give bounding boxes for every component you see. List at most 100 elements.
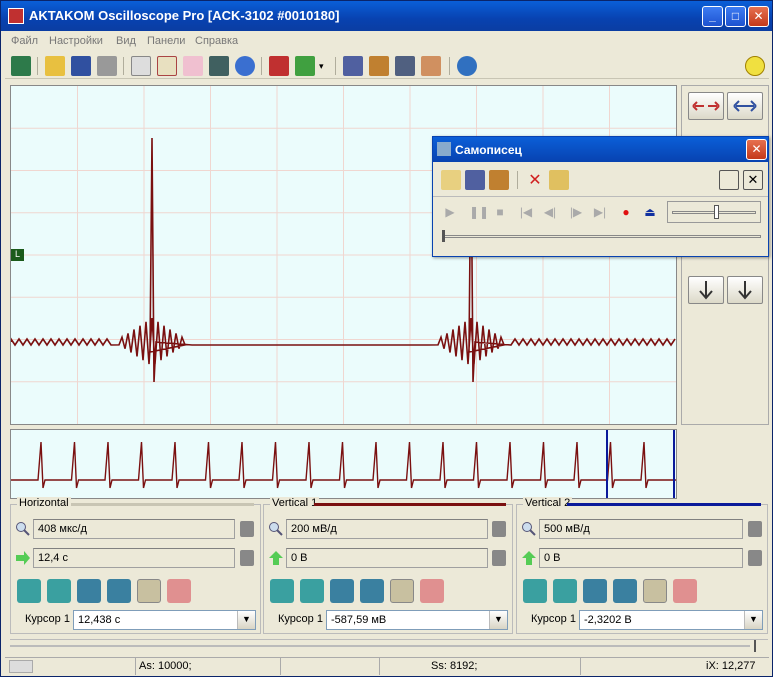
reset-scale-button[interactable]: [167, 579, 191, 603]
copy-icon[interactable]: [131, 56, 151, 76]
auto-scale-button[interactable]: [390, 579, 414, 603]
info-panel-icon[interactable]: [343, 56, 363, 76]
export-dropdown-arrow[interactable]: ▾: [319, 61, 324, 72]
recorder-window: Самописец ✕ ✕ ✕ ▶ ❚❚ ■ |◀ ◀| |▶ ▶| ● ⏏: [432, 136, 769, 257]
lock-icon[interactable]: [240, 550, 254, 566]
chevron-down-icon[interactable]: ▼: [237, 611, 255, 629]
lock-icon[interactable]: [748, 550, 762, 566]
shift-left-button[interactable]: [17, 579, 41, 603]
spectrum-icon[interactable]: [183, 56, 203, 76]
recorder-info-icon[interactable]: [465, 170, 485, 190]
menu-help[interactable]: Справка: [195, 35, 238, 47]
vertical1-group: Vertical 1 200 мВ/д 0 В Курсор 1 -587,59…: [263, 497, 513, 634]
recorder-close-panel-icon[interactable]: ✕: [743, 170, 763, 190]
recorder-cursor-icon[interactable]: [489, 170, 509, 190]
exit-icon[interactable]: [11, 56, 31, 76]
overview-screen[interactable]: [10, 429, 677, 499]
chevron-down-icon[interactable]: ▼: [744, 611, 762, 629]
export-icon[interactable]: [295, 56, 315, 76]
recorder-close-button[interactable]: ✕: [746, 139, 767, 160]
zoom-out-horizontal-button[interactable]: [727, 92, 763, 120]
scroll-down-ch2-button[interactable]: [727, 276, 763, 304]
eraser-icon[interactable]: [9, 660, 33, 673]
auto-scale-button[interactable]: [137, 579, 161, 603]
zoom-in-horizontal-button[interactable]: [688, 92, 724, 120]
lock-icon[interactable]: [492, 550, 506, 566]
horizontal-scale-field[interactable]: 408 мкс/д: [33, 519, 235, 539]
zoom-in-button[interactable]: [583, 579, 607, 603]
menu-file[interactable]: Файл: [11, 35, 38, 47]
zoom-out-button[interactable]: [360, 579, 384, 603]
menu-settings[interactable]: Настройки: [49, 35, 103, 47]
zoom-in-button[interactable]: [330, 579, 354, 603]
lock-icon[interactable]: [492, 521, 506, 537]
recorder-open-icon[interactable]: [441, 170, 461, 190]
chevron-down-icon[interactable]: ▼: [489, 611, 507, 629]
lock-icon[interactable]: [240, 521, 254, 537]
position-slider[interactable]: [442, 230, 761, 242]
cursor-icon[interactable]: [369, 56, 389, 76]
palette-icon[interactable]: [421, 56, 441, 76]
zoom-icon: [522, 522, 536, 536]
horizontal-group: Horizontal 408 мкс/д 12,4 с Курсор 1 12,…: [10, 497, 261, 634]
record-icon[interactable]: ●: [619, 205, 633, 219]
trigger-icon[interactable]: [269, 56, 289, 76]
step-back-icon[interactable]: ◀|: [543, 205, 557, 219]
open-icon[interactable]: [45, 56, 65, 76]
step-forward-icon[interactable]: |▶: [569, 205, 583, 219]
play-icon[interactable]: ▶: [443, 205, 457, 219]
recorder-delete-icon[interactable]: ✕: [525, 170, 545, 190]
app-icon: [8, 8, 24, 24]
measure-icon[interactable]: [395, 56, 415, 76]
vertical1-scale-field[interactable]: 200 мВ/д: [286, 519, 488, 539]
recorder-icon: [437, 142, 451, 156]
auto-scale-button[interactable]: [643, 579, 667, 603]
shift-up-button[interactable]: [300, 579, 324, 603]
main-window: AKTAKOM Oscilloscope Pro [ACK-3102 #0010…: [0, 0, 773, 677]
zoom-out-button[interactable]: [107, 579, 131, 603]
eject-icon[interactable]: ⏏: [643, 205, 657, 219]
horizontal-title: Horizontal: [17, 497, 71, 509]
shift-down-button[interactable]: [523, 579, 547, 603]
pause-icon[interactable]: ❚❚: [469, 205, 489, 219]
minimize-button[interactable]: _: [702, 6, 723, 27]
vertical2-cursor-select[interactable]: -2,3202 В ▼: [579, 610, 763, 630]
scroll-thumb[interactable]: [754, 640, 764, 652]
notes-icon[interactable]: [157, 56, 177, 76]
horizontal-cursor-select[interactable]: 12,438 с ▼: [73, 610, 256, 630]
scroll-down-ch1-button[interactable]: [688, 276, 724, 304]
print-icon[interactable]: [97, 56, 117, 76]
horizontal-scrollbar[interactable]: [10, 639, 768, 653]
vertical1-cursor-select[interactable]: -587,59 мВ ▼: [326, 610, 508, 630]
zoom-in-button[interactable]: [77, 579, 101, 603]
go-end-icon[interactable]: ▶|: [593, 205, 607, 219]
vertical2-group: Vertical 2 500 мВ/д 0 В Курсор 1 -2,3202…: [516, 497, 768, 634]
lock-icon[interactable]: [748, 521, 762, 537]
speed-slider[interactable]: [667, 201, 761, 223]
screen-icon[interactable]: [209, 56, 229, 76]
horizontal-offset-field[interactable]: 12,4 с: [33, 548, 235, 568]
save-icon[interactable]: [71, 56, 91, 76]
vertical2-offset-field[interactable]: 0 В: [539, 548, 743, 568]
pause-icon[interactable]: [235, 56, 255, 76]
offset-arrow-icon: [16, 551, 30, 565]
shift-down-button[interactable]: [270, 579, 294, 603]
recorder-dock-icon[interactable]: [719, 170, 739, 190]
vertical1-offset-field[interactable]: 0 В: [286, 548, 488, 568]
trigger-level-marker[interactable]: L: [11, 249, 24, 261]
zoom-icon: [269, 522, 283, 536]
about-icon[interactable]: [457, 56, 477, 76]
menu-view[interactable]: Вид: [116, 35, 136, 47]
maximize-button[interactable]: □: [725, 6, 746, 27]
vertical2-scale-field[interactable]: 500 мВ/д: [539, 519, 743, 539]
reset-scale-button[interactable]: [673, 579, 697, 603]
reset-scale-button[interactable]: [420, 579, 444, 603]
close-button[interactable]: ✕: [748, 6, 769, 27]
menu-panels[interactable]: Панели: [147, 35, 185, 47]
shift-up-button[interactable]: [553, 579, 577, 603]
stop-icon[interactable]: ■: [493, 205, 507, 219]
zoom-out-button[interactable]: [613, 579, 637, 603]
go-start-icon[interactable]: |◀: [519, 205, 533, 219]
recorder-settings-icon[interactable]: [549, 170, 569, 190]
shift-right-button[interactable]: [47, 579, 71, 603]
